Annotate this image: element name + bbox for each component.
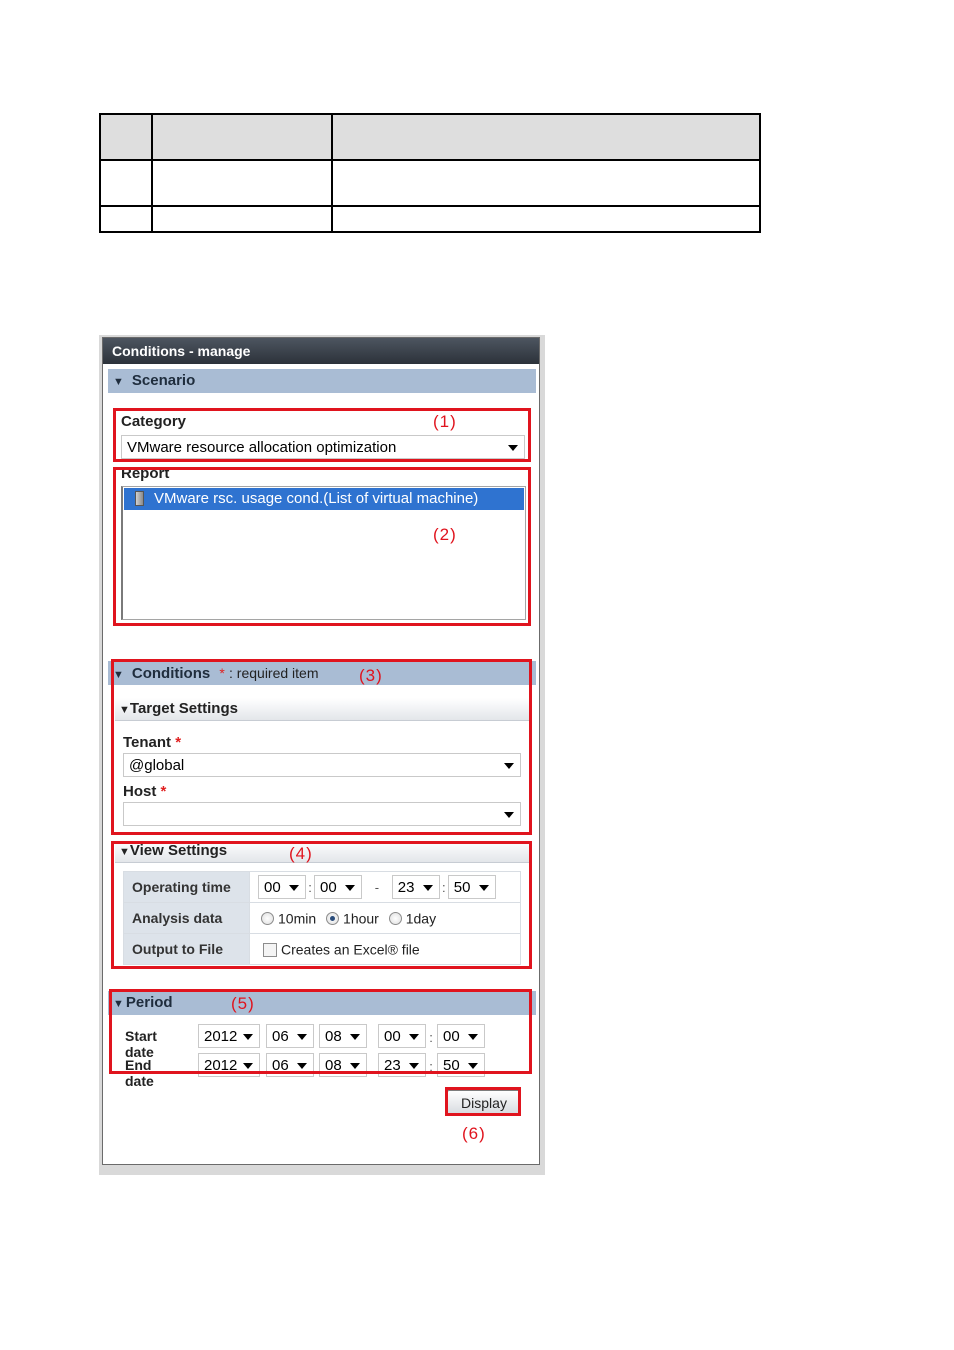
highlight-box-5 xyxy=(109,989,532,1074)
conditions-manage-panel: Conditions - manage ▼ Scenario Category V… xyxy=(102,337,540,1165)
collapse-triangle-icon: ▼ xyxy=(113,376,124,388)
highlight-box-1 xyxy=(113,408,531,462)
highlight-box-4 xyxy=(111,841,532,969)
table-cell xyxy=(151,113,333,161)
table-cell xyxy=(99,113,153,161)
scenario-header-label: Scenario xyxy=(131,372,196,389)
table-cell xyxy=(151,205,333,233)
scenario-section-header[interactable]: ▼ Scenario xyxy=(108,369,536,393)
highlight-box-6 xyxy=(445,1087,521,1116)
callout-4: (4) xyxy=(289,844,313,863)
highlight-box-3 xyxy=(111,659,532,835)
table-cell xyxy=(331,205,761,233)
table-cell xyxy=(331,159,761,207)
callout-1: (1) xyxy=(433,412,457,431)
table-cell xyxy=(99,159,153,207)
callout-5: (5) xyxy=(231,994,255,1013)
table-cell xyxy=(151,159,333,207)
callout-6: (6) xyxy=(462,1124,486,1143)
table-header-row xyxy=(99,113,761,161)
highlight-box-2 xyxy=(113,467,531,626)
table-row xyxy=(99,205,761,233)
callout-3: (3) xyxy=(359,666,383,685)
doc-table xyxy=(99,113,761,233)
callout-2: (2) xyxy=(433,525,457,544)
screenshot-frame: Conditions - manage ▼ Scenario Category V… xyxy=(99,335,545,1175)
table-row xyxy=(99,159,761,207)
table-cell xyxy=(331,113,761,161)
panel-title: Conditions - manage xyxy=(103,338,539,364)
table-cell xyxy=(99,205,153,233)
